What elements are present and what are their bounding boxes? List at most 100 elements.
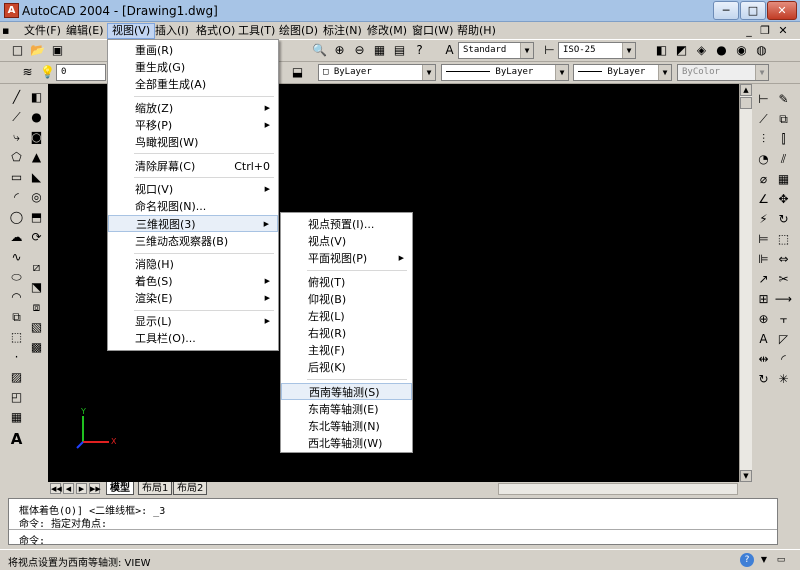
- stretch-icon[interactable]: ⇔: [774, 250, 793, 269]
- menu-item-pan[interactable]: 平移(P) ▶: [108, 117, 278, 134]
- menu-edit[interactable]: 编辑(E): [62, 23, 108, 39]
- menu-item-viewports[interactable]: 视口(V) ▶: [108, 181, 278, 198]
- status-tray-chevron-icon[interactable]: ▼: [757, 553, 771, 567]
- submenu-item-sw-isometric[interactable]: 西南等轴测(S): [281, 383, 412, 400]
- autocad-app-icon[interactable]: A: [4, 3, 19, 18]
- plot-style-select[interactable]: ByColor ▼: [677, 64, 769, 81]
- polygon-icon[interactable]: ⬠: [7, 148, 26, 167]
- menu-item-aerial-view[interactable]: 鸟瞰视图(W): [108, 134, 278, 151]
- move-icon[interactable]: ✥: [774, 190, 793, 209]
- menu-item-clean-screen[interactable]: 清除屏幕(C) Ctrl+0: [108, 158, 278, 175]
- menu-item-display[interactable]: 显示(L) ▶: [108, 313, 278, 330]
- slice-icon[interactable]: ⧄: [27, 258, 46, 277]
- chamfer-icon[interactable]: ◸: [774, 330, 793, 349]
- doc-minimize-button[interactable]: _: [742, 23, 756, 39]
- array-icon[interactable]: ▦: [774, 170, 793, 189]
- explode-icon[interactable]: ✳: [774, 370, 793, 389]
- layer-on-icon[interactable]: 💡: [38, 63, 57, 82]
- ellipse-icon[interactable]: ⬭: [7, 268, 26, 287]
- break-icon[interactable]: ⫟: [774, 310, 793, 329]
- menu-dimension[interactable]: 标注(N): [319, 23, 366, 39]
- color-select[interactable]: □ ByLayer ▼: [318, 64, 436, 81]
- insert-block-icon[interactable]: ⧉: [7, 308, 26, 327]
- tab-model[interactable]: 模型: [106, 482, 134, 495]
- minimize-button[interactable]: ─: [713, 1, 739, 20]
- center-mark-icon[interactable]: ⊕: [754, 310, 773, 329]
- zoom-window-icon[interactable]: ⊕: [330, 41, 349, 60]
- submenu-item-left[interactable]: 左视(L): [281, 308, 412, 325]
- close-button[interactable]: ✕: [767, 1, 797, 20]
- menu-tools[interactable]: 工具(T): [234, 23, 279, 39]
- region-icon[interactable]: ◰: [7, 388, 26, 407]
- submenu-item-se-isometric[interactable]: 东南等轴测(E): [281, 401, 412, 418]
- setup-view-icon[interactable]: ▩: [27, 338, 46, 357]
- layer-previous-icon[interactable]: ⬓: [288, 63, 307, 82]
- horizontal-scrollbar[interactable]: [498, 483, 738, 495]
- leader-icon[interactable]: ↗: [754, 270, 773, 289]
- construction-line-icon[interactable]: ⟋: [7, 108, 26, 127]
- command-input[interactable]: 命令:: [19, 532, 769, 547]
- interfere-icon[interactable]: ⧈: [27, 298, 46, 317]
- radius-icon[interactable]: ◔: [754, 150, 773, 169]
- extrude-icon[interactable]: ⬒: [27, 208, 46, 227]
- text-icon[interactable]: A: [7, 430, 26, 449]
- menu-item-toolbars[interactable]: 工具栏(O)...: [108, 330, 278, 347]
- wedge-icon[interactable]: ◩: [672, 41, 691, 60]
- cylinder-solid-icon[interactable]: ◙: [27, 128, 46, 147]
- arc-icon[interactable]: ◜: [7, 188, 26, 207]
- vertical-scrollbar[interactable]: ▲ ▼: [739, 84, 752, 482]
- menu-item-named-views[interactable]: 命名视图(N)...: [108, 198, 278, 215]
- revision-cloud-icon[interactable]: ☁: [7, 228, 26, 247]
- lineweight-select[interactable]: ByLayer ▼: [573, 64, 672, 81]
- ellipse-arc-icon[interactable]: ◠: [7, 288, 26, 307]
- dim-style-icon[interactable]: ⊢: [540, 41, 559, 60]
- menu-window[interactable]: 窗口(W): [408, 23, 457, 39]
- quick-dim-icon[interactable]: ⚡: [754, 210, 773, 229]
- baseline-icon[interactable]: ⊨: [754, 230, 773, 249]
- status-tray-icon[interactable]: ▭: [774, 553, 788, 567]
- layer-select[interactable]: 0: [56, 64, 106, 81]
- dim-update-icon[interactable]: ↻: [754, 370, 773, 389]
- dim-text-edit-icon[interactable]: ⇹: [754, 350, 773, 369]
- menu-item-render[interactable]: 渲染(E) ▶: [108, 290, 278, 307]
- submenu-item-viewpoint-presets[interactable]: 视点预置(I)...: [281, 216, 412, 233]
- zoom-previous-icon[interactable]: ⊖: [350, 41, 369, 60]
- menu-item-3d-orbit[interactable]: 三维动态观察器(B): [108, 233, 278, 250]
- tab-prev-button[interactable]: ◀: [63, 483, 74, 494]
- zoom-realtime-icon[interactable]: 🔍: [310, 41, 329, 60]
- properties-icon[interactable]: ▦: [370, 41, 389, 60]
- menu-item-zoom[interactable]: 缩放(Z) ▶: [108, 100, 278, 117]
- menu-insert[interactable]: 插入(I): [151, 23, 193, 39]
- circle-icon[interactable]: ◯: [7, 208, 26, 227]
- rotate-icon[interactable]: ↻: [774, 210, 793, 229]
- menu-item-3d-views[interactable]: 三维视图(3) ▶: [108, 215, 278, 232]
- menu-item-shade[interactable]: 着色(S) ▶: [108, 273, 278, 290]
- tab-first-button[interactable]: ◀◀: [50, 483, 62, 494]
- dim-style-select[interactable]: ISO-25 ▼: [558, 42, 636, 59]
- point-icon[interactable]: ·: [7, 348, 26, 367]
- tolerance-icon[interactable]: ⊞: [754, 290, 773, 309]
- menu-item-redraw[interactable]: 重画(R): [108, 42, 278, 59]
- doc-restore-button[interactable]: ❐: [758, 23, 772, 39]
- continue-icon[interactable]: ⊫: [754, 250, 773, 269]
- tab-next-button[interactable]: ▶: [76, 483, 87, 494]
- wedge-solid-icon[interactable]: ◣: [27, 168, 46, 187]
- revolve-icon[interactable]: ⟳: [27, 228, 46, 247]
- diameter-icon[interactable]: ⌀: [754, 170, 773, 189]
- linear-dimension-icon[interactable]: ⊢: [754, 90, 773, 109]
- scroll-thumb[interactable]: [740, 97, 752, 109]
- menu-file[interactable]: 文件(F): [20, 23, 65, 39]
- setup-drawing-icon[interactable]: ▧: [27, 318, 46, 337]
- text-style-icon[interactable]: A: [440, 41, 459, 60]
- angular-icon[interactable]: ∠: [754, 190, 773, 209]
- line-icon[interactable]: ╱: [7, 88, 26, 107]
- new-file-icon[interactable]: □: [8, 41, 27, 60]
- maximize-button[interactable]: □: [740, 1, 766, 20]
- submenu-item-plan-view[interactable]: 平面视图(P) ▶: [281, 250, 412, 267]
- cone-solid-icon[interactable]: ▲: [27, 148, 46, 167]
- offset-icon[interactable]: ⫽: [774, 150, 793, 169]
- menu-draw[interactable]: 绘图(D): [275, 23, 322, 39]
- table-icon[interactable]: ▦: [7, 408, 26, 427]
- section-icon[interactable]: ⬔: [27, 278, 46, 297]
- cylinder-icon[interactable]: ◍: [752, 41, 771, 60]
